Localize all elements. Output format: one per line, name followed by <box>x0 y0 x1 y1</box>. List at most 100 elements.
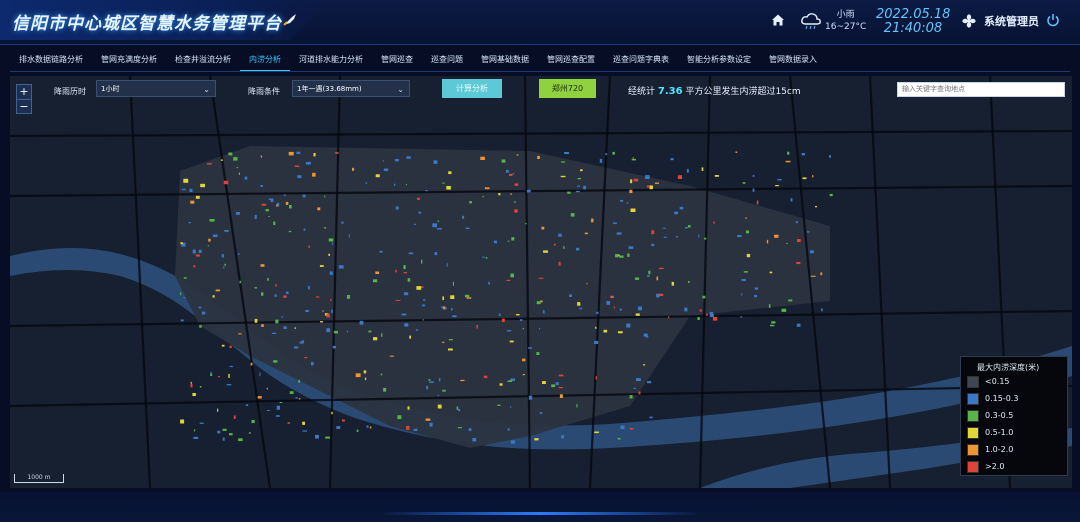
flood-cell <box>579 307 583 310</box>
flood-cell <box>510 406 512 408</box>
flood-cell <box>647 275 650 277</box>
flood-cell <box>506 169 509 173</box>
condition-select[interactable]: 1年一遇(33.68mm) ⌄ <box>292 80 410 97</box>
legend-swatch <box>967 409 979 422</box>
flood-cell <box>283 194 286 196</box>
nav-item[interactable]: 管网充满度分析 <box>92 50 166 70</box>
nav-item[interactable]: 管网巡查 <box>372 50 422 70</box>
duration-select[interactable]: 1小时 ⌄ <box>96 80 216 97</box>
flood-cell <box>238 253 240 255</box>
flood-cell <box>433 160 438 164</box>
legend-swatch <box>967 375 979 388</box>
flood-cell <box>677 175 682 179</box>
flood-cell <box>775 185 779 187</box>
flood-cell <box>251 419 255 424</box>
flood-cell <box>815 206 817 208</box>
flood-cell <box>261 324 264 327</box>
flood-cell <box>820 272 823 276</box>
flood-cell <box>576 404 578 408</box>
flood-cell <box>266 387 268 390</box>
flood-cell <box>304 356 308 359</box>
nav-item[interactable]: 排水数据链路分析 <box>10 50 92 70</box>
flood-cell <box>366 425 369 428</box>
stat-value: 7.36 <box>657 86 683 97</box>
power-icon[interactable] <box>1046 13 1060 27</box>
nav-item[interactable]: 内涝分析 <box>240 50 290 71</box>
legend-label: >2.0 <box>985 462 1005 471</box>
flood-cell <box>525 222 527 225</box>
nav-item[interactable]: 巡查问题字典表 <box>604 50 678 70</box>
flood-cell <box>564 152 569 155</box>
flood-cell <box>281 316 283 318</box>
flood-cell <box>425 418 431 421</box>
flood-cell <box>443 306 445 310</box>
flood-cell <box>286 291 289 295</box>
flood-cell <box>403 272 407 274</box>
flood-cell <box>437 394 440 396</box>
nav-item[interactable]: 检查井溢流分析 <box>166 50 240 70</box>
flood-cell <box>620 199 624 202</box>
flood-cell <box>514 209 518 213</box>
flood-cell <box>210 373 213 376</box>
fan-icon[interactable] <box>962 14 976 28</box>
nav-item[interactable]: 河道排水能力分析 <box>290 50 372 70</box>
flood-cell <box>302 430 307 432</box>
flood-cell <box>289 391 294 394</box>
flood-cell <box>422 304 425 307</box>
flood-cell <box>616 232 622 235</box>
user-name[interactable]: 系统管理员 <box>984 13 1039 29</box>
flood-cell <box>261 203 267 206</box>
flood-cell <box>190 383 193 388</box>
zoom-out-button[interactable]: − <box>17 99 31 114</box>
nav-item[interactable]: 管网基础数据 <box>472 50 538 70</box>
flood-cell <box>648 270 651 275</box>
flood-cell <box>506 279 511 281</box>
flood-cell <box>188 222 191 224</box>
flood-cell <box>223 266 225 269</box>
flood-cell <box>512 173 515 175</box>
flood-cell <box>670 158 674 161</box>
flood-cell <box>558 233 562 237</box>
flood-cell <box>194 429 196 432</box>
zhengzhou-720-button[interactable]: 郑州720 <box>539 79 596 98</box>
flood-cell <box>183 297 186 299</box>
stat-suffix: 平方公里发生内涝超过15cm <box>685 87 801 97</box>
flood-cell <box>195 254 200 257</box>
flood-cell <box>619 308 622 311</box>
nav-item[interactable]: 智能分析参数设定 <box>678 50 760 70</box>
nav-item[interactable]: 管网巡查配置 <box>538 50 604 70</box>
flood-cell <box>612 151 615 155</box>
flood-cell <box>658 293 664 296</box>
legend-swatch <box>967 426 979 439</box>
flood-cell <box>507 380 513 382</box>
flood-cell <box>206 163 212 165</box>
zoom-in-button[interactable]: + <box>17 85 31 99</box>
flood-cell <box>656 276 659 281</box>
flood-cell <box>637 306 642 311</box>
nav-item[interactable]: 管网数据录入 <box>760 50 826 70</box>
flood-cell <box>325 436 330 439</box>
flood-cell <box>395 269 397 273</box>
flood-cell <box>233 157 238 161</box>
flood-cell <box>303 228 306 231</box>
flood-cell <box>536 301 541 305</box>
place-search-input[interactable] <box>897 82 1065 97</box>
flood-cell <box>260 155 262 158</box>
flood-cell <box>442 389 446 392</box>
flood-cell <box>226 384 232 386</box>
home-icon[interactable] <box>771 13 785 27</box>
flood-cell <box>405 184 407 186</box>
flood-cell <box>406 156 411 159</box>
stat-prefix: 经统计 <box>628 87 656 97</box>
legend-swatch <box>967 443 979 456</box>
flood-cell <box>615 254 619 258</box>
flood-cell <box>310 362 314 366</box>
flood-cell <box>221 254 224 258</box>
flood-cell <box>613 306 616 309</box>
calculate-button[interactable]: 计算分析 <box>442 79 502 98</box>
legend-label: 0.5-1.0 <box>985 428 1014 437</box>
map-canvas[interactable] <box>10 76 1072 488</box>
flood-map[interactable] <box>10 76 1072 488</box>
nav-item[interactable]: 巡查问题 <box>422 50 472 70</box>
flood-cell <box>389 355 394 357</box>
